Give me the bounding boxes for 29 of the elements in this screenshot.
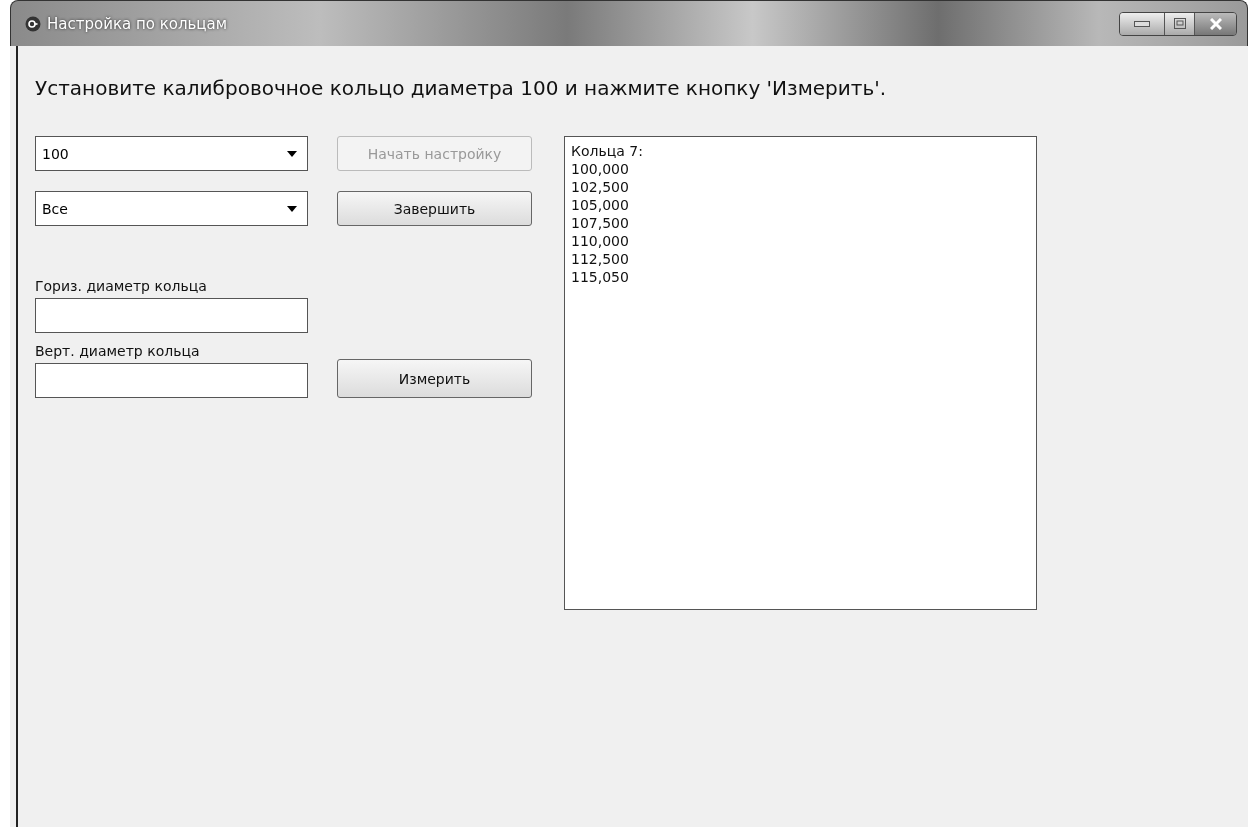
list-item: 100,000	[571, 160, 630, 178]
list-item: 115,050	[571, 268, 630, 286]
close-icon	[1209, 17, 1222, 30]
list-item: Кольца 7:	[571, 142, 644, 160]
list-item: 105,000	[571, 196, 630, 214]
dropdown-value: 100	[42, 145, 69, 162]
input-field[interactable]	[35, 298, 308, 333]
dropdown-arrow-icon	[287, 205, 297, 212]
field-label: Гориз. диаметр кольца	[35, 277, 208, 294]
button[interactable]: Завершить	[337, 191, 532, 226]
list-item: 102,500	[571, 178, 630, 196]
input-field[interactable]	[35, 363, 308, 398]
instruction-text: Установите калибровочное кольцо диаметра 100 и нажмите кнопку 'Измерить'.	[35, 76, 888, 100]
field-label: Верт. диаметр кольца	[35, 343, 201, 359]
dropdown-value: Все	[42, 200, 68, 217]
dropdown[interactable]: Все	[35, 191, 308, 226]
list-item: 112,500	[571, 250, 630, 268]
minimize-icon	[1134, 20, 1150, 27]
app-icon	[25, 15, 41, 32]
maximize-icon	[1173, 18, 1186, 29]
button[interactable]: Измерить	[337, 359, 532, 398]
list-item: 107,500	[571, 214, 630, 232]
close-button[interactable]	[1194, 12, 1236, 35]
window-title: Настройка по кольцам	[47, 14, 228, 33]
maximize-button[interactable]	[1164, 12, 1194, 35]
dropdown[interactable]: 100	[35, 136, 308, 171]
list-item: 110,000	[571, 232, 630, 250]
dropdown-arrow-icon	[287, 150, 297, 157]
minimize-button[interactable]	[1120, 12, 1164, 35]
